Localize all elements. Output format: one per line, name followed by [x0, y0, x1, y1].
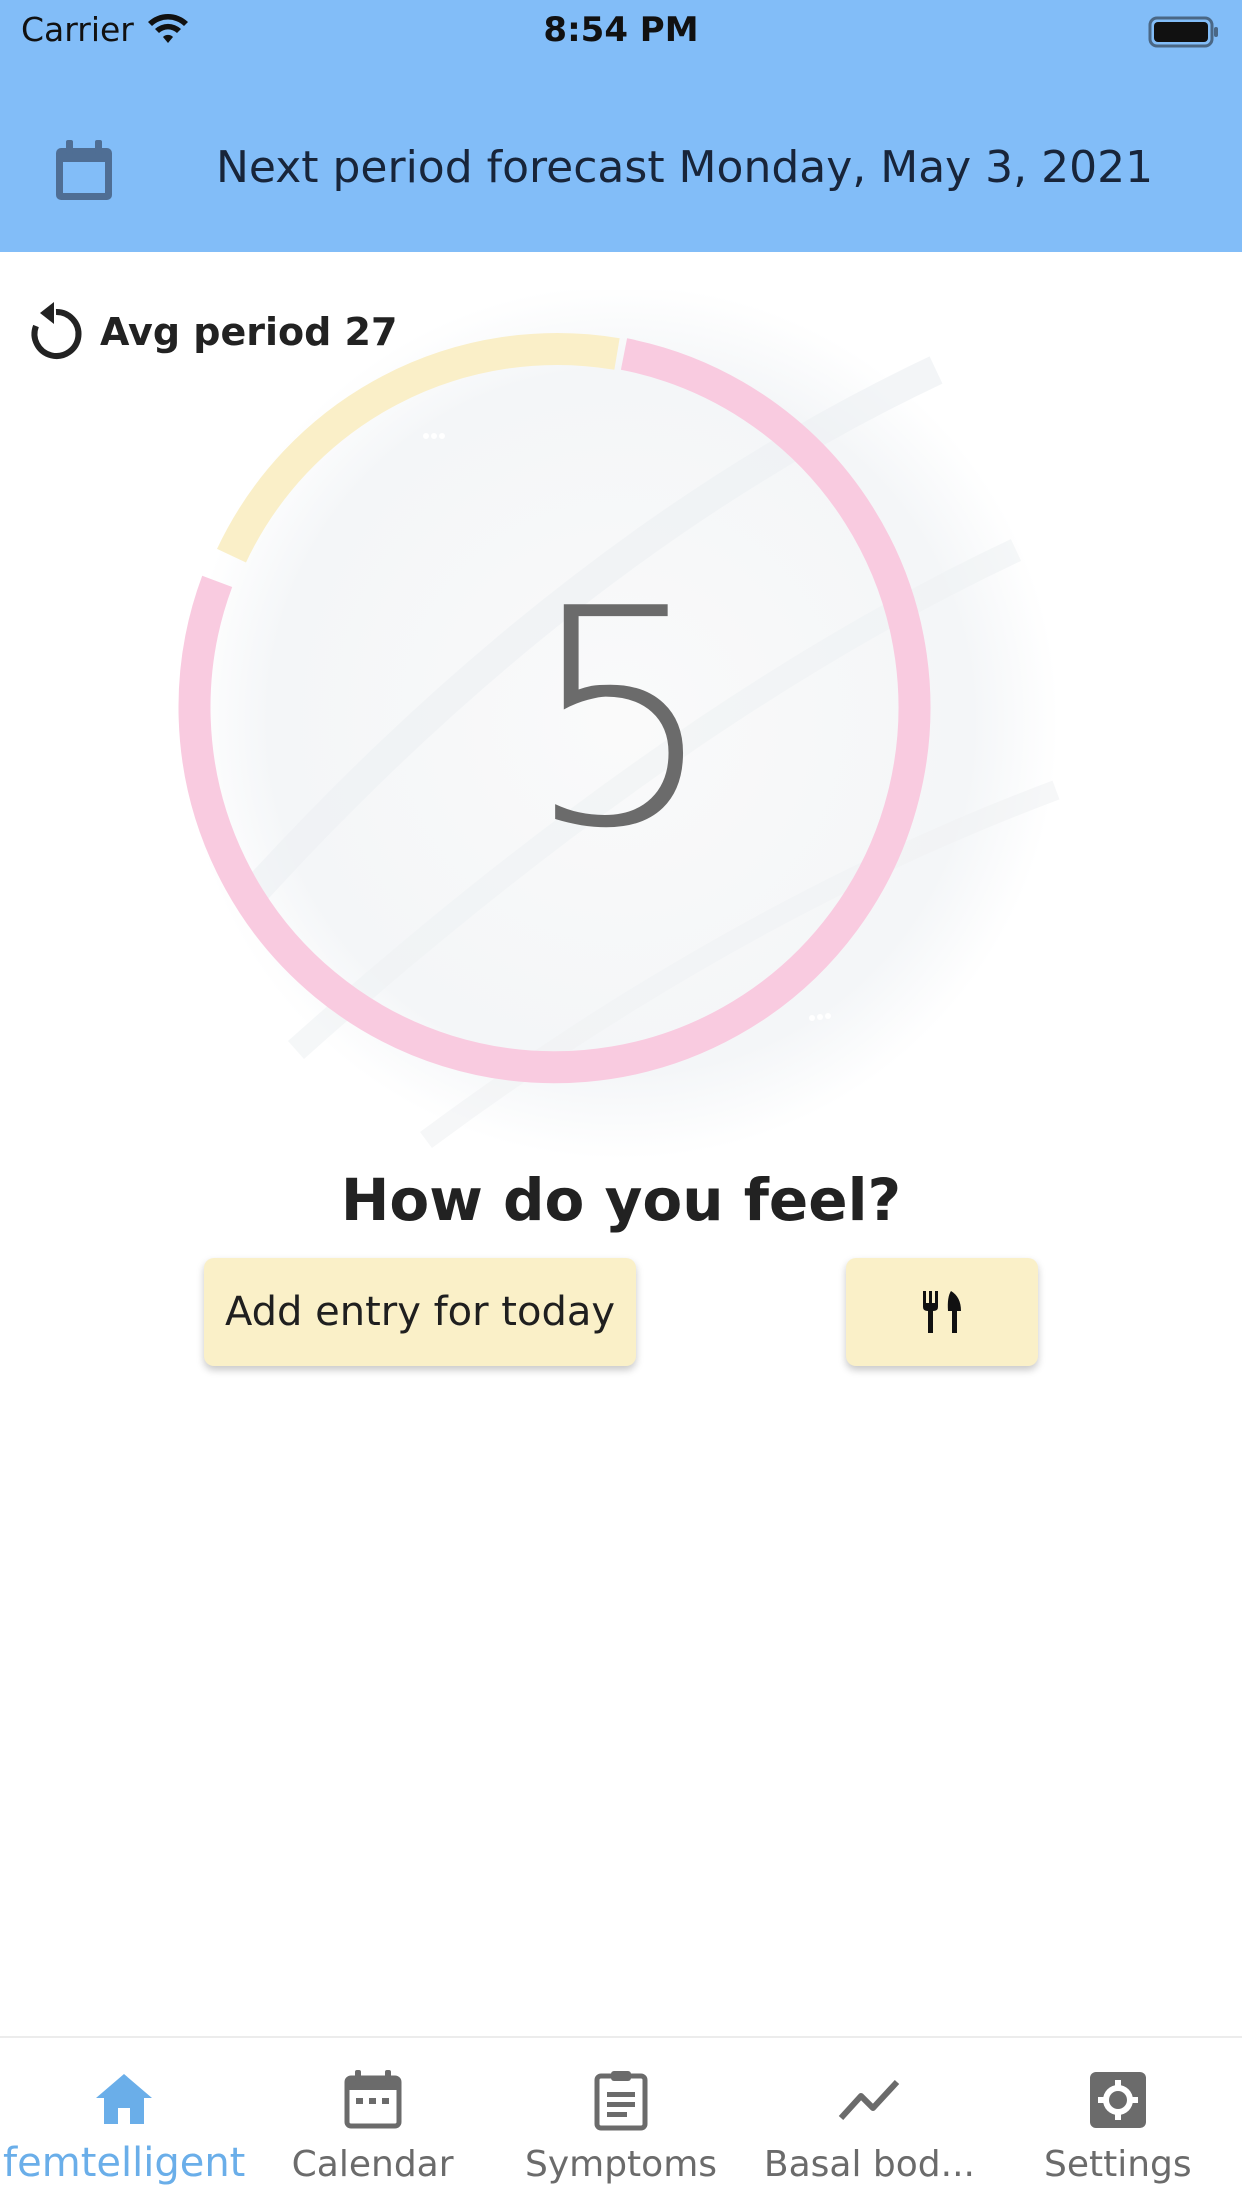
nav-calendar[interactable]: Calendar	[248, 2038, 496, 2208]
status-time: 8:54 PM	[543, 10, 699, 50]
calendar-icon[interactable]	[52, 138, 116, 202]
restaurant-icon	[923, 1291, 961, 1333]
trending-icon	[839, 2079, 900, 2121]
nav-home-label: femtelligent	[3, 2140, 246, 2186]
clipboard-icon	[594, 2071, 648, 2131]
nav-home[interactable]: femtelligent	[0, 2038, 248, 2208]
next-period-forecast: Next period forecast Monday, May 3, 2021	[216, 142, 1154, 193]
home-icon	[96, 2074, 153, 2124]
nav-symptoms-label: Symptoms	[524, 2144, 718, 2185]
nav-basal-body[interactable]: Basal bod...	[745, 2038, 993, 2208]
feel-question: How do you feel?	[340, 1166, 902, 1234]
calendar-icon	[344, 2070, 402, 2129]
add-entry-button[interactable]: Add entry for today	[204, 1258, 636, 1366]
refresh-icon	[31, 302, 82, 359]
app-header: Carrier 8:54 PM Next period forecast Mon…	[0, 0, 1242, 252]
forecast-row: Next period forecast Monday, May 3, 2021	[0, 120, 1242, 220]
cycle-day-number: 5	[525, 545, 717, 894]
food-button[interactable]	[846, 1258, 1038, 1366]
nav-basal-body-label: Basal bod...	[763, 2144, 975, 2185]
nav-settings[interactable]: Settings	[994, 2038, 1242, 2208]
nav-symptoms[interactable]: Symptoms	[497, 2038, 745, 2208]
status-bar: Carrier 8:54 PM	[0, 0, 1242, 62]
nav-calendar-label: Calendar	[291, 2144, 454, 2185]
battery-icon	[1148, 16, 1218, 48]
cycle-ring[interactable]: 5	[176, 284, 1066, 1170]
gear-icon	[1089, 2072, 1146, 2128]
nav-settings-label: Settings	[1044, 2144, 1192, 2185]
bottom-nav: femtelligent Calendar Symptoms Basal bod…	[0, 2036, 1242, 2208]
